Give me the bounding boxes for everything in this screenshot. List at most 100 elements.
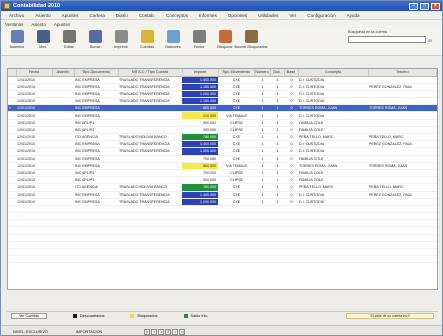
- column-header[interactable]: Tipo Movimiento: [218, 69, 255, 77]
- menu-item-opciones[interactable]: Opciones: [228, 13, 247, 18]
- menu-item-utilidades[interactable]: Utilidades: [258, 13, 278, 18]
- pager-button[interactable]: <: [151, 328, 158, 335]
- tool-label: Imprimir: [114, 45, 128, 49]
- tool-mov--button[interactable]: Mov.: [31, 30, 55, 49]
- status-level: NIVEL: EXCLUSIVO: [13, 329, 48, 334]
- table-cell: TORRES ROMA, JUAN: [298, 162, 368, 170]
- menu-item-diario[interactable]: Diario: [116, 13, 128, 18]
- table-cell: [52, 212, 74, 221]
- table-row[interactable]: 12/01/2010 INC EMPRESA 800.000 VIA TEMALE 1 1…: [8, 162, 437, 170]
- search-go-button[interactable]: IR: [428, 38, 436, 45]
- pager-button[interactable]: >|: [179, 328, 186, 335]
- table-row[interactable]: 12/01/2010 INC EMPRESA TRASLADO TRANSFEREN…: [8, 83, 437, 91]
- table-row[interactable]: 12/01/2010 ITO AGENCIA TRASLADO BOLIVIA BA…: [8, 183, 437, 192]
- column-header[interactable]: Fecha: [16, 69, 53, 77]
- tool-imprimir-button[interactable]: Imprimir: [109, 30, 133, 49]
- row-marker: [8, 140, 16, 149]
- menu-item-cartera[interactable]: Cartera: [90, 13, 105, 18]
- table-row[interactable]: 12/01/2010 INC APLIP3 300.000 CLIPSE 1 1 0 FAMI…: [8, 176, 437, 185]
- table-cell: 1: [254, 119, 270, 127]
- table-cell: 1: [270, 90, 284, 99]
- grid-header: Fecha Asiento Tipo Documento NIT/CC / Tipo …: [8, 69, 437, 77]
- menu-item-contab[interactable]: Contab.: [139, 13, 155, 18]
- menu-item-ver[interactable]: Ver: [289, 13, 296, 18]
- table-row[interactable]: 12/01/2010 INC EMPRESA TRASLADO TRANSFEREN…: [8, 76, 437, 84]
- table-cell: FAMILIA COLE: [298, 176, 368, 185]
- tool-asientos-button[interactable]: Asientos: [5, 30, 29, 49]
- table-cell: CXE: [218, 147, 254, 156]
- column-header[interactable]: NIT/CC / Tipo Cuenta: [118, 69, 183, 77]
- table-row[interactable]: 12/01/2010 INC EMPRESA 700.000 CXE 1 1 0 FAMILI…: [8, 155, 437, 163]
- tool-editar-button[interactable]: Editar: [57, 30, 81, 49]
- pager-button[interactable]: |<: [144, 328, 151, 335]
- tool-bloquear-button[interactable]: Bloquear: [213, 30, 237, 49]
- table-row[interactable]: 12/01/2010 INC EMPRESA TRASLADO TRANSFEREN…: [8, 147, 437, 156]
- table-cell: [254, 212, 270, 221]
- column-header[interactable]: Tercero: [368, 69, 437, 77]
- table-cell: 300.000: [182, 176, 218, 185]
- menu-item-apuntes[interactable]: Apuntes: [62, 13, 79, 18]
- pager-button[interactable]: 2: [165, 328, 172, 335]
- view-accounts-button[interactable]: Ver Cuentas: [11, 312, 47, 319]
- table-cell: [218, 241, 254, 250]
- table-cell: [74, 255, 118, 264]
- menu-item-asiento[interactable]: Asiento: [35, 13, 50, 18]
- table-row[interactable]: 12/01/2010 INC EMPRESA TRASLADO TRANSFEREN…: [8, 140, 437, 149]
- submenu-item-ventanas[interactable]: Ventanas: [5, 22, 23, 27]
- pager-button[interactable]: >: [172, 328, 179, 335]
- menu-item-ayuda[interactable]: Ayuda: [347, 13, 360, 18]
- table-cell: 700.000: [182, 169, 218, 178]
- search-input[interactable]: [348, 36, 426, 43]
- menu-item-informes[interactable]: Informes: [199, 13, 217, 18]
- table-row[interactable]: 12/01/2010 INC EMPRESA TRASLADO TRANSFEREN…: [8, 198, 437, 206]
- column-header[interactable]: Doc.: [270, 69, 285, 77]
- table-cell: [298, 226, 368, 235]
- column-header[interactable]: Importe: [182, 69, 219, 77]
- table-row[interactable]: 12/01/2010 INC APLIP3 300.000 CLIPSE 1 1 0 FAMI…: [8, 126, 437, 135]
- column-header[interactable]: Concepto: [298, 69, 369, 77]
- submenu-item-apuntes[interactable]: Apuntes: [54, 22, 70, 27]
- tool-cuentas-button[interactable]: Cuentas: [135, 30, 159, 49]
- column-header[interactable]: Asiento: [52, 69, 75, 77]
- tool-buscar-bloqueados-button[interactable]: Buscar Bloqueados: [235, 30, 267, 49]
- tool-borrar-button[interactable]: Borrar: [83, 30, 107, 49]
- table-cell: 1: [254, 104, 270, 113]
- menu-item-configuracin[interactable]: Configuración: [307, 13, 335, 18]
- table-cell: [118, 176, 182, 185]
- table-row[interactable]: 12/01/2010 ITO AGENCIA TRASLADO BOLIVIA BA…: [8, 133, 437, 142]
- table-row[interactable]: 12/01/2010 INC EMPRESA TRASLADO TRANSFEREN…: [8, 191, 437, 199]
- table-row[interactable]: » 12/01/2010 INC EMPRESA 600.000 CXE 1 1 0 TORRE…: [8, 104, 437, 113]
- maximize-button[interactable]: □: [420, 2, 429, 10]
- table-row[interactable]: 12/01/2010 INC EMPRESA TRASLADO TRANSFEREN…: [8, 97, 437, 106]
- legend-swatch: [73, 313, 77, 318]
- submenu-item-asiento[interactable]: Asiento: [31, 22, 46, 27]
- column-header[interactable]: Base: [284, 69, 299, 77]
- close-button[interactable]: ×: [431, 2, 440, 10]
- table-cell: [52, 198, 74, 206]
- menu-item-archivo[interactable]: Archivo: [9, 13, 24, 18]
- row-marker: [8, 147, 16, 156]
- tool-balances-button[interactable]: Balances: [161, 30, 185, 49]
- pager-button[interactable]: 1: [158, 328, 165, 335]
- table-row[interactable]: 12/01/2010 INC EMPRESA TRASLADO TRANSFEREN…: [8, 90, 437, 99]
- table-cell: [368, 255, 437, 264]
- column-header[interactable]: [8, 69, 17, 77]
- table-cell: [52, 169, 74, 178]
- table-cell: 0: [284, 90, 298, 99]
- column-header[interactable]: Número: [254, 69, 271, 77]
- table-cell: 12/01/2010: [16, 76, 52, 84]
- tool-fecha-button[interactable]: Fecha: [187, 30, 211, 49]
- menu-item-conceptos[interactable]: Conceptos: [166, 13, 188, 18]
- table-row[interactable]: 12/01/2010 INC EMPRESA 210.000 VIA TEMALE 1 1…: [8, 111, 437, 120]
- table-row[interactable]: 12/01/2010 INC APLIP3 700.000 CLIPSE 1 1 0 FAMI…: [8, 169, 437, 178]
- table-cell: [74, 205, 118, 214]
- table-cell: [182, 219, 218, 228]
- table-cell: D.I. CUSTODIA: [298, 97, 368, 106]
- table-row[interactable]: 12/01/2010 INC APLIP3 300.000 CLIPSE 1 1 0 FAMI…: [8, 119, 437, 127]
- table-cell: [118, 255, 182, 264]
- table-cell: [8, 219, 16, 228]
- table-cell: [368, 169, 437, 178]
- column-header[interactable]: Tipo Documento: [74, 69, 119, 77]
- table-cell: PEREZ GONZALEZ, PAUL: [368, 140, 437, 149]
- minimize-button[interactable]: –: [409, 2, 418, 10]
